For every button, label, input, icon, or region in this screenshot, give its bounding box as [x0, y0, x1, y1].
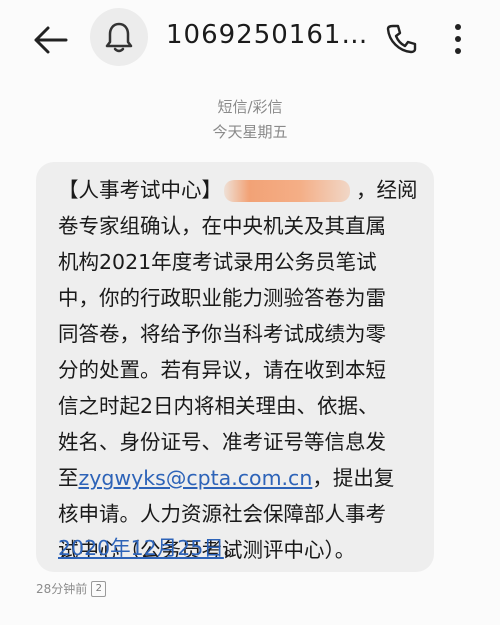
sim-slot-badge: 2: [91, 580, 107, 597]
message-line: 【人事考试中心】 ，经阅: [58, 172, 418, 208]
redacted-name: [224, 180, 350, 202]
contact-avatar[interactable]: [90, 8, 148, 66]
date-link[interactable]: 2020年12月25日: [58, 536, 224, 560]
message-line: 机构2021年度考试录用公务员笔试: [58, 250, 377, 274]
bell-icon: [105, 22, 133, 53]
message-bubble[interactable]: 【人事考试中心】 ，经阅 卷专家组确认，在中央机关及其直属 机构2021年度考试录…: [36, 162, 434, 572]
email-link[interactable]: zygwyks@cpta.com.cn: [79, 466, 313, 490]
more-options-button[interactable]: [448, 22, 468, 56]
message-text: 至: [58, 466, 79, 490]
more-vert-icon: [455, 24, 461, 54]
message-line: 信之时起2日内将相关理由、依据、: [58, 394, 379, 418]
sender-number: 1069250161…: [166, 20, 369, 50]
message-line: 同答卷，将给予你当科考试成绩为零: [58, 322, 386, 346]
back-arrow-icon: [34, 26, 68, 54]
message-timestamp: 28分钟前 2: [36, 580, 107, 597]
call-button[interactable]: [385, 22, 417, 54]
back-button[interactable]: [28, 20, 72, 60]
message-line: 姓名、身份证号、准考证号等信息发: [58, 430, 386, 454]
message-line: 卷专家组确认，在中央机关及其直属: [58, 214, 386, 238]
message-line: 核申请。人力资源社会保障部人事考: [58, 502, 386, 526]
message-line: 中，你的行政职业能力测验答卷为雷: [58, 286, 386, 310]
message-type-label: 短信/彩信: [217, 98, 283, 116]
message-text: ，经阅: [356, 178, 418, 202]
message-text: 。: [223, 536, 245, 560]
top-bar: 1069250161…: [0, 0, 500, 80]
time-ago: 28分钟前: [36, 582, 88, 596]
message-text: ，提出复: [312, 466, 395, 490]
message-line: 2020年12月25日。: [58, 530, 244, 566]
date-separator: 今天星期五: [212, 123, 288, 141]
phone-icon: [386, 24, 417, 54]
message-line: 至zygwyks@cpta.com.cn，提出复: [58, 460, 394, 496]
message-text: 【人事考试中心】: [58, 178, 222, 202]
message-line: 分的处置。若有异议，请在收到本短: [58, 358, 386, 382]
